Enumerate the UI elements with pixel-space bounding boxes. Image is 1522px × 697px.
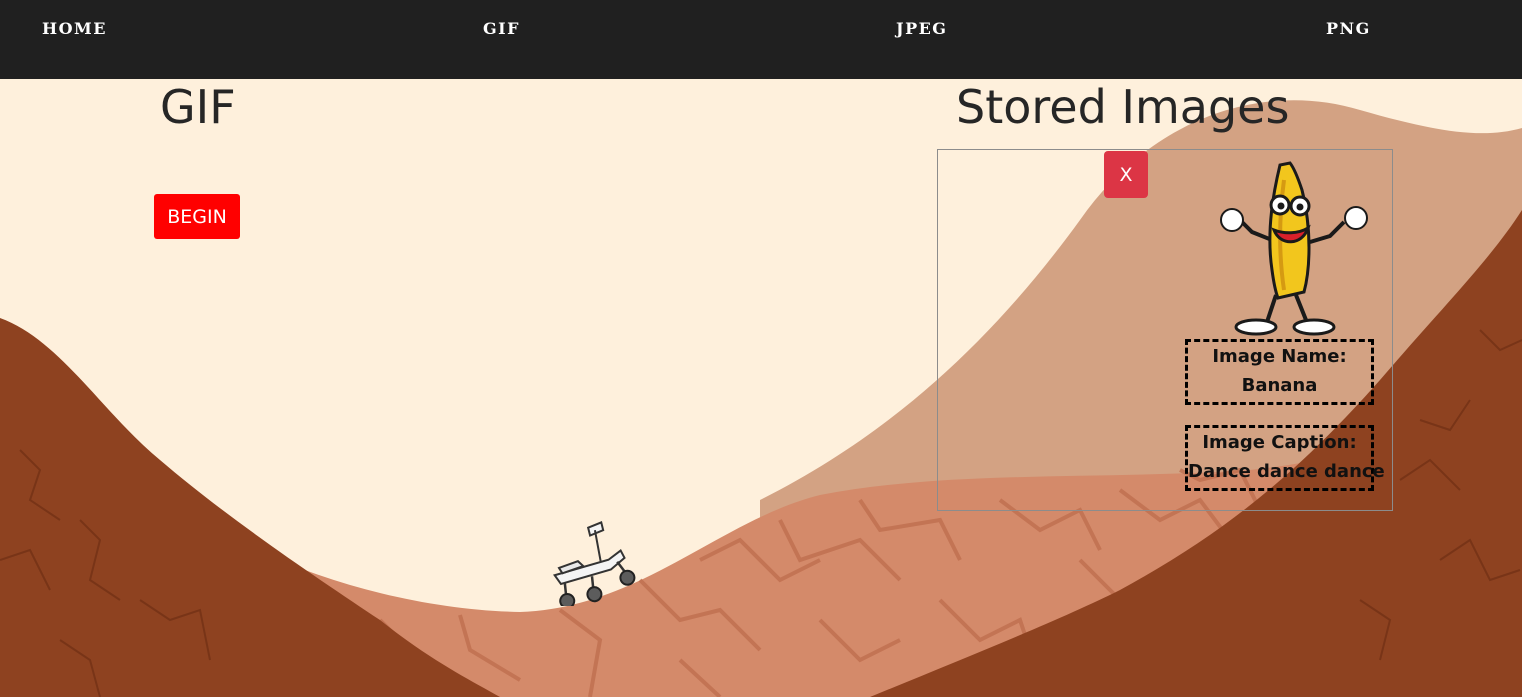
page-title: GIF — [160, 80, 236, 134]
stored-images-heading: Stored Images — [956, 80, 1290, 134]
image-caption-box: Image Caption: Dance dance dance — [1185, 425, 1385, 491]
dancing-banana-icon — [1220, 161, 1368, 336]
image-name-value: Banana — [1241, 375, 1318, 396]
nav-link-jpeg[interactable]: JPEG — [896, 19, 947, 38]
image-name-label: Image Name: — [1212, 346, 1347, 367]
nav-link-gif[interactable]: GIF — [483, 19, 520, 38]
nav-link-home[interactable]: HOME — [42, 19, 107, 38]
image-caption-label: Image Caption: — [1202, 432, 1357, 453]
stored-image-card: X Image Name: Banana Image Caption: Danc… — [937, 149, 1393, 511]
begin-button[interactable]: BEGIN — [154, 194, 240, 239]
delete-image-button[interactable]: X — [1104, 151, 1148, 198]
mars-rover-icon — [553, 521, 636, 606]
image-caption-value: Dance dance dance — [1188, 461, 1385, 482]
image-name-box: Image Name: Banana — [1185, 339, 1374, 405]
nav-link-png[interactable]: PNG — [1326, 19, 1371, 38]
top-navbar: HOME GIF JPEG PNG — [0, 0, 1522, 79]
